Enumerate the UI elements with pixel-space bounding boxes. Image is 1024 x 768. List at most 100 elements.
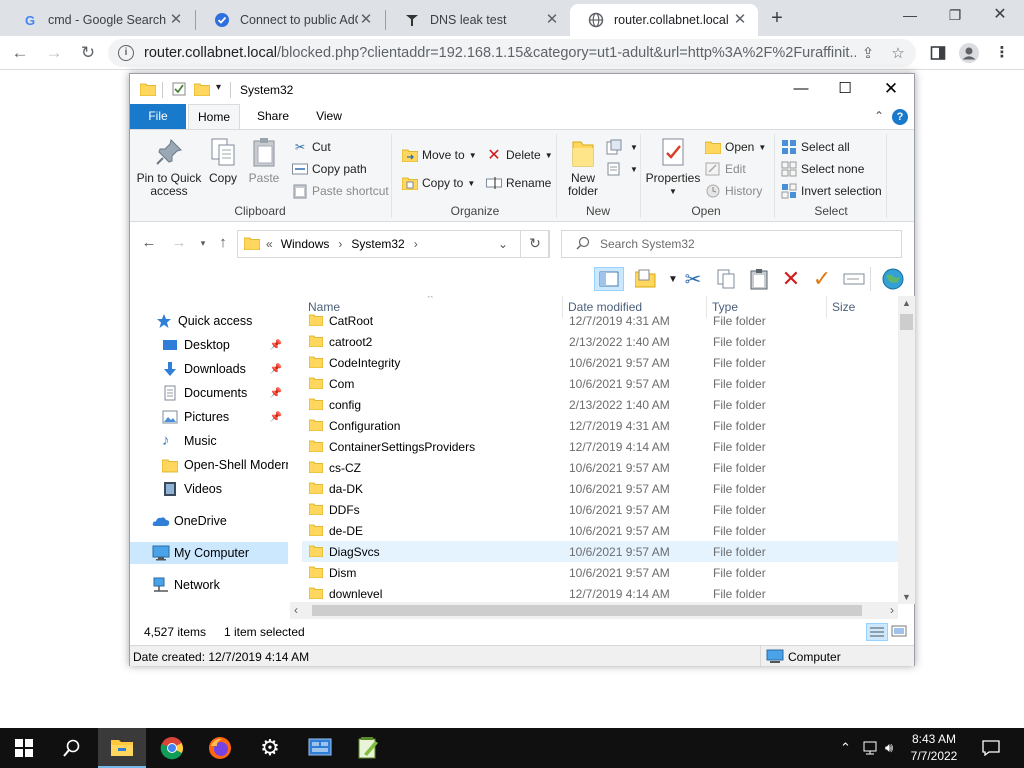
browser-tab-2[interactable]: Connect to public AdG ✕ [196,4,384,36]
nav-downloads[interactable]: Downloads 📌 [130,358,288,380]
nav-open-shell[interactable]: Open-Shell Modern [130,454,288,476]
info-icon[interactable]: i [118,45,134,61]
menu-kebab-icon[interactable]: ⋮ [990,41,1014,65]
file-row[interactable]: Configuration 12/7/2019 4:31 AM File folde… [302,415,898,436]
scroll-down-icon[interactable]: ▼ [898,592,915,602]
nav-quick-access[interactable]: Quick access [130,310,288,332]
file-row[interactable]: Dism 10/6/2021 9:57 AM File folder [302,562,898,583]
url-text[interactable]: router.collabnet.local/blocked.php?clien… [144,45,856,61]
chrome-icon[interactable] [148,728,196,768]
tab-home[interactable]: Home [188,104,240,129]
delete-x-icon[interactable]: ✕ [778,266,804,291]
side-panel-icon[interactable] [926,41,950,65]
notifications-icon[interactable] [982,728,1000,768]
file-explorer-icon[interactable] [98,728,146,768]
nav-my-computer[interactable]: My Computer [130,542,288,564]
nav-desktop[interactable]: Desktop 📌 [130,334,288,356]
reload-icon[interactable]: ↻ [76,41,100,65]
tab-view[interactable]: View [304,104,354,129]
close-icon[interactable]: ✕ [732,12,748,28]
move-to-button[interactable]: Move to ▼ [402,146,477,164]
browser-tab-1[interactable]: G cmd - Google Search ✕ [4,4,194,36]
file-row[interactable]: DDFs 10/6/2021 9:57 AM File folder [302,499,898,520]
copy-to-button[interactable]: Copy to ▼ [402,174,475,192]
scroll-thumb[interactable] [312,605,862,616]
profile-avatar-icon[interactable] [957,41,981,65]
taskbar-clock[interactable]: 8:43 AM 7/7/2022 [904,731,964,765]
chevron-up-icon[interactable]: ⌃ [874,109,884,123]
nav-network[interactable]: Network [130,574,288,596]
forward-arrow-icon[interactable]: → [42,41,66,65]
minimize-icon[interactable]: — [778,74,824,104]
nav-music[interactable]: ♪ Music [130,430,288,452]
refresh-icon[interactable]: ↻ [520,230,550,258]
file-row[interactable]: CatRoot 12/7/2019 4:31 AM File folder [302,310,898,331]
up-arrow-icon[interactable]: ↑ [214,234,232,251]
invert-selection-button[interactable]: Invert selection [781,182,882,200]
tab-share[interactable]: Share [248,104,298,129]
delete-button[interactable]: ✕ Delete ▼ [486,146,552,164]
new-folder-icon[interactable] [193,82,211,98]
volume-icon[interactable]: 🔊︎ [885,728,893,768]
nav-onedrive[interactable]: OneDrive [130,510,288,532]
scroll-thumb[interactable] [900,314,913,330]
properties-icon[interactable] [633,267,659,291]
breadcrumb-overflow-icon[interactable]: « [266,237,273,251]
preview-pane-icon[interactable] [594,267,624,291]
address-dropdown-icon[interactable]: ⌄ [498,237,508,251]
windows-start-icon[interactable] [0,728,48,768]
control-panel-icon[interactable] [296,728,344,768]
close-window-icon[interactable]: ✕ [980,4,1020,26]
browser-tab-4[interactable]: router.collabnet.local ✕ [570,4,758,36]
file-row[interactable]: DiagSvcs 10/6/2021 9:57 AM File folder [302,541,898,562]
browser-tab-3[interactable]: DNS leak test ✕ [386,4,570,36]
search-input[interactable]: Search System32 [561,230,902,258]
notepad-plus-icon[interactable] [344,728,392,768]
network-tray-icon[interactable] [862,728,880,768]
chevron-right-icon[interactable]: › [414,237,418,251]
file-row[interactable]: catroot2 2/13/2022 1:40 AM File folder [302,331,898,352]
pin-icon[interactable]: 📌 [270,340,282,351]
history-button[interactable]: History [705,182,762,200]
paste-shortcut-button[interactable]: Paste shortcut [292,182,389,200]
new-item-button[interactable]: ▼ [606,138,638,156]
scissors-icon[interactable]: ✂ [680,267,706,291]
back-arrow-icon[interactable]: ← [8,41,32,65]
help-icon[interactable]: ? [892,109,908,125]
copy-path-button[interactable]: Copy path [292,160,367,178]
new-tab-button[interactable]: + [765,6,789,30]
firefox-icon[interactable] [196,728,244,768]
search-icon[interactable] [48,728,96,768]
paste-icon[interactable] [746,267,772,291]
close-icon[interactable]: ✕ [544,12,560,28]
file-row[interactable]: ContainerSettingsProviders 12/7/2019 4:14… [302,436,898,457]
bookmark-star-icon[interactable]: ☆ [886,44,910,62]
breadcrumb-windows[interactable]: Windows [281,237,330,251]
customize-dropdown-icon[interactable]: ▾ [216,82,221,98]
file-row[interactable]: da-DK 10/6/2021 9:57 AM File folder [302,478,898,499]
show-hidden-icons-icon[interactable]: ⌃ [840,728,851,768]
properties-button[interactable]: Properties ▼ [644,136,702,198]
rename-button[interactable]: Rename [486,174,551,192]
restore-icon[interactable]: ❐ [935,4,975,26]
vertical-scrollbar[interactable]: ▲ ▼ [898,296,915,604]
easy-access-button[interactable]: ▼ [606,160,638,178]
checkmark-icon[interactable]: ✓ [809,266,835,291]
settings-gear-icon[interactable]: ⚙ [246,728,294,768]
breadcrumb[interactable]: « Windows › System32 › ⌄ [237,230,549,258]
new-folder-button[interactable]: New folder [562,136,604,198]
close-icon[interactable]: ✕ [168,12,184,28]
pin-icon[interactable]: 📌 [270,412,282,423]
close-icon[interactable]: ✕ [868,74,914,104]
large-icons-view-icon[interactable] [890,623,910,641]
back-arrow-icon[interactable]: ← [140,234,158,251]
maximize-icon[interactable]: ☐ [822,74,868,104]
cut-button[interactable]: ✂ Cut [292,138,331,156]
globe-settings-icon[interactable] [880,267,906,291]
edit-button[interactable]: Edit [705,160,746,178]
open-button[interactable]: Open ▼ [705,138,766,156]
paste-button[interactable]: Paste [246,136,282,185]
share-icon[interactable]: ⇪ [856,44,880,62]
scroll-up-icon[interactable]: ▲ [898,298,915,308]
file-row[interactable]: Com 10/6/2021 9:57 AM File folder [302,373,898,394]
